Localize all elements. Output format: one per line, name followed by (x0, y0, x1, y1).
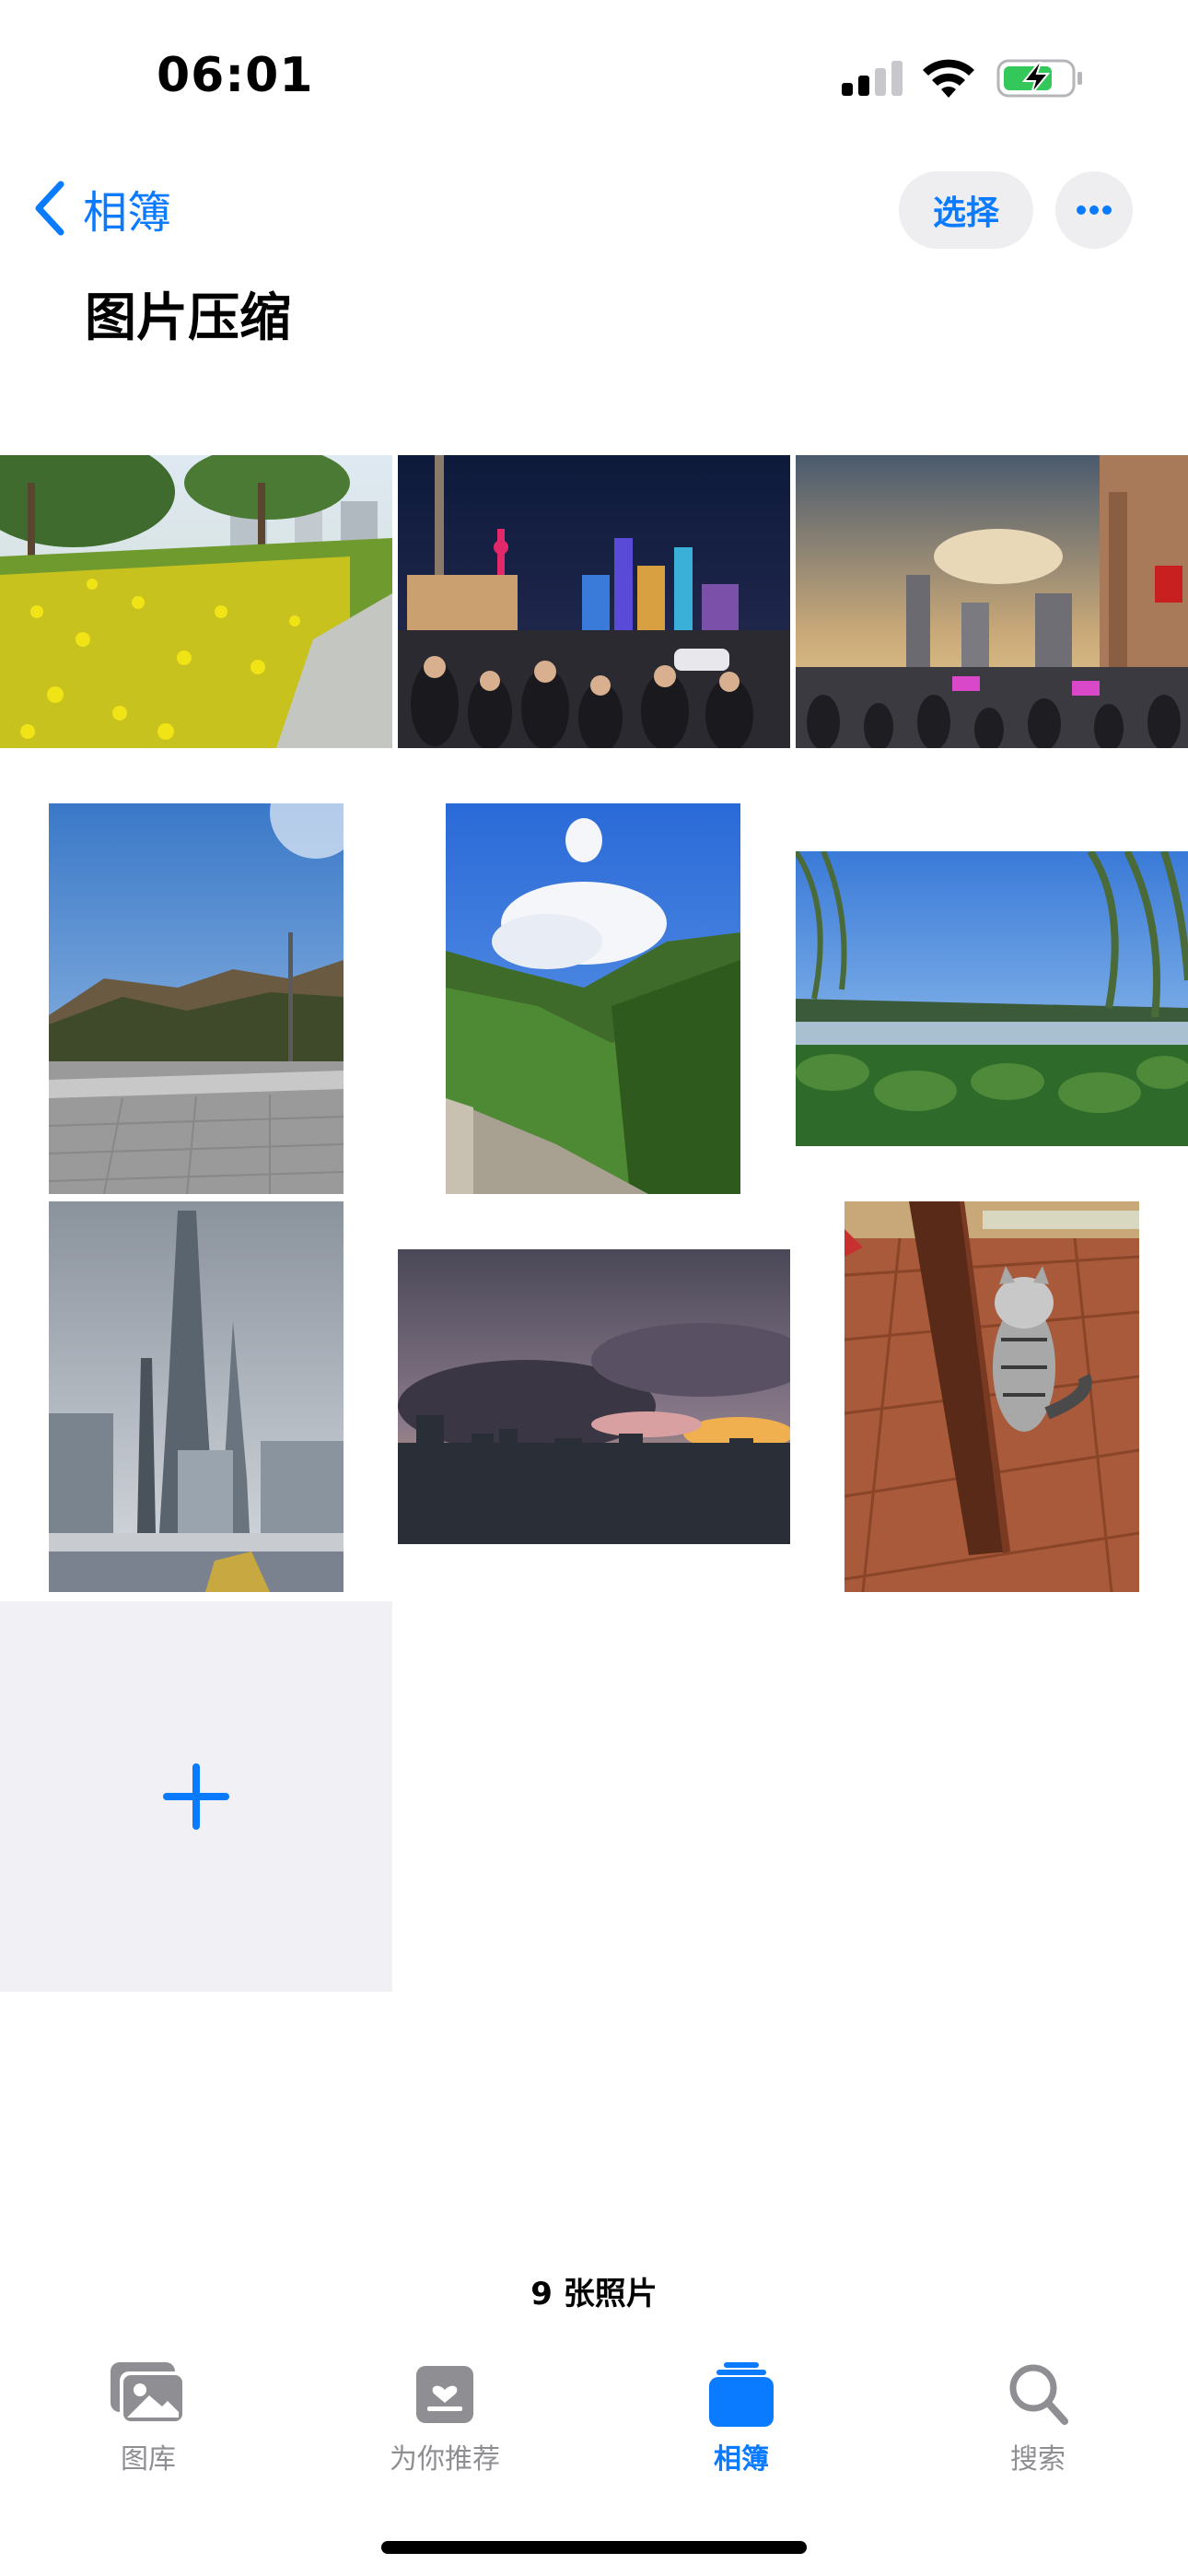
back-button[interactable]: 相簿 (33, 175, 171, 241)
battery-charging-icon (996, 59, 1082, 98)
photo-thumbnail[interactable] (398, 1249, 790, 1544)
select-button[interactable]: 选择 (899, 171, 1033, 249)
photo-thumbnail[interactable] (49, 803, 344, 1194)
tab-for-you[interactable]: 为你推荐 (344, 2359, 546, 2497)
photo-thumbnail[interactable] (49, 1201, 344, 1592)
status-time: 06:01 (157, 48, 314, 103)
photo-thumbnail[interactable] (844, 1201, 1139, 1592)
tab-label: 图库 (121, 2443, 176, 2476)
photo-thumbnail[interactable] (0, 455, 392, 748)
photo-lake-willows (796, 851, 1188, 1146)
back-button-label: 相簿 (83, 187, 172, 239)
photo-thumbnail[interactable] (796, 851, 1188, 1146)
for-you-icon (416, 2366, 473, 2423)
plus-icon (163, 1763, 229, 1830)
albums-icon (709, 2362, 774, 2427)
ellipsis-icon (1077, 205, 1112, 215)
tab-bar: 图库 为你推荐 相簿 搜索 (0, 2359, 1188, 2497)
home-indicator (381, 2541, 807, 2554)
photo-thumbnail[interactable] (446, 803, 740, 1194)
wifi-icon (923, 59, 974, 98)
tab-label: 搜索 (1010, 2443, 1066, 2476)
photo-yellow-flowers (0, 455, 392, 748)
tab-albums[interactable]: 相簿 (640, 2359, 843, 2497)
photo-thumbnail[interactable] (398, 455, 790, 748)
album-title: 图片压缩 (85, 288, 291, 348)
photo-forest-valley (446, 803, 740, 1194)
more-button[interactable] (1055, 171, 1133, 249)
photo-shanghai-towers (49, 1201, 344, 1592)
tab-label: 相簿 (714, 2443, 769, 2476)
photo-hillside-road (49, 803, 344, 1194)
photo-city-night (398, 455, 790, 748)
tab-library[interactable]: 图库 (47, 2359, 250, 2497)
tab-label: 为你推荐 (390, 2443, 500, 2476)
add-photo-button[interactable] (0, 1601, 392, 1992)
cellular-signal-icon (842, 61, 903, 96)
search-icon (1009, 2364, 1068, 2425)
photo-thumbnail[interactable] (796, 455, 1188, 748)
photo-cat-table (844, 1201, 1139, 1592)
chevron-left-icon (35, 181, 64, 236)
tab-search[interactable]: 搜索 (937, 2359, 1139, 2497)
photos-library-icon (111, 2362, 186, 2425)
photo-skyline-sunset (796, 455, 1188, 748)
photo-sunset-clouds (398, 1249, 790, 1544)
photo-count: 9 张照片 (530, 2276, 658, 2313)
